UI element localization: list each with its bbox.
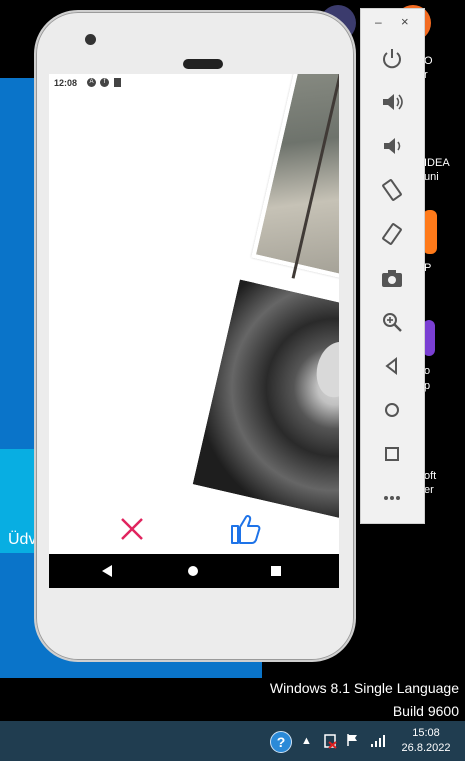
camera-icon[interactable] <box>379 265 405 291</box>
close-button[interactable]: × <box>401 14 409 29</box>
overview-icon[interactable] <box>271 566 281 576</box>
minimize-button[interactable]: – <box>375 15 382 29</box>
taskbar-clock[interactable]: 15:08 26.8.2022 <box>396 726 456 756</box>
status-time: 12:08 <box>54 78 78 88</box>
action-bar <box>49 504 339 554</box>
sd-card-icon <box>114 78 121 87</box>
windows-watermark-line2: Build 9600 <box>392 703 459 719</box>
desktop-app-icon[interactable] <box>423 210 437 254</box>
front-camera <box>85 34 96 45</box>
notification-icon: A <box>87 78 96 87</box>
clock-date: 26.8.2022 <box>401 742 451 754</box>
phone-screen: 12:08 A f ▼ ◢ <box>49 74 339 588</box>
flag-icon[interactable] <box>346 733 360 750</box>
more-icon[interactable] <box>379 485 405 511</box>
earpiece-speaker <box>183 59 223 69</box>
volume-up-icon[interactable] <box>379 89 405 115</box>
home-icon[interactable] <box>188 566 198 576</box>
desktop-icon-label: oft <box>424 470 437 482</box>
back-icon[interactable] <box>379 353 405 379</box>
signal-icon[interactable] <box>370 734 386 751</box>
zoom-icon[interactable] <box>379 309 405 335</box>
overview-icon[interactable] <box>379 441 405 467</box>
close-icon[interactable] <box>119 516 145 542</box>
home-icon[interactable] <box>379 397 405 423</box>
network-off-icon[interactable] <box>322 733 338 752</box>
desktop-icon-label: IDEA <box>424 157 450 169</box>
emulator-titlebar: – × <box>361 9 424 35</box>
tile-label: Üdv <box>8 531 37 548</box>
thumbs-up-icon[interactable] <box>229 512 263 546</box>
question-icon[interactable]: ? <box>270 731 292 753</box>
desktop-icon-label: uni <box>424 171 439 183</box>
rotate-right-icon[interactable] <box>379 221 405 247</box>
emulator-toolbar: – × <box>360 8 425 524</box>
clock-time: 15:08 <box>412 727 440 739</box>
volume-down-icon[interactable] <box>379 133 405 159</box>
windows-watermark-line1: Windows 8.1 Single Language <box>269 680 459 696</box>
rotate-left-icon[interactable] <box>379 177 405 203</box>
back-icon[interactable] <box>102 565 112 577</box>
arrow-up-icon[interactable]: ▲ <box>301 735 312 747</box>
power-icon[interactable] <box>379 45 405 71</box>
swipe-card-railway-photo[interactable] <box>251 74 339 296</box>
desktop-icon-label: O <box>424 55 433 67</box>
notification-icon: f <box>100 78 109 87</box>
desktop-icon-label: P <box>424 262 432 274</box>
desktop-icon-label: er <box>424 484 434 496</box>
android-nav-bar <box>49 554 339 588</box>
swipe-card-portrait-photo[interactable] <box>189 275 339 529</box>
